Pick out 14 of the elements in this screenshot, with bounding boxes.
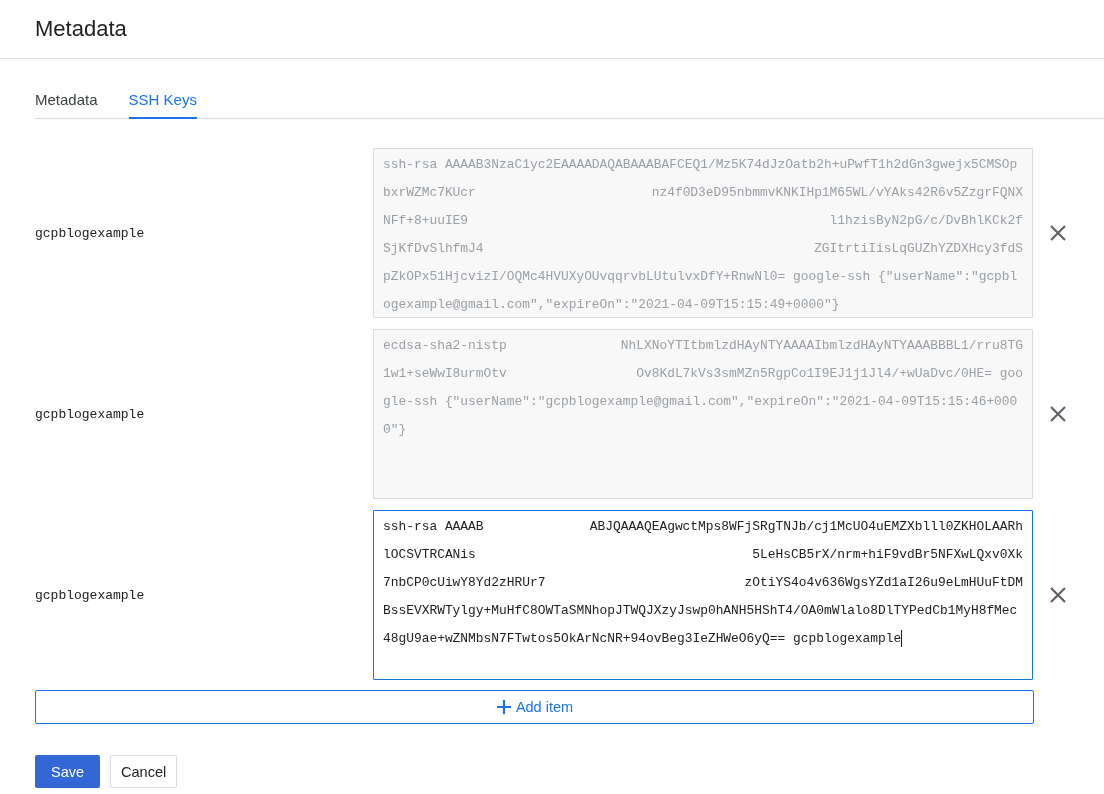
close-icon — [1049, 224, 1067, 242]
username-label: gcpblogexample — [35, 587, 146, 603]
close-icon — [1049, 586, 1067, 604]
cancel-button[interactable]: Cancel — [110, 755, 178, 788]
ssh-key-field[interactable]: ssh-rsa AAAAB ABJQAAAQEAgwctMps8WFjSRgTNJb/cj1McUO4uEMZXblll0ZKHOLAARh lOCSVTRCANis 5LeHsCB5rX/nrm+hiF9vdBr5NFXwLQxv0Xk 7nbCP0cUiwY8Yd2zHRUr7 zOtiYS4o4v636WgsYZd1aI26u9eLmHUuFtDM BssEVXRWTylgy+MuHfC8OWTaSMNhopJTWQJXzyJswp0hANH5HShT4/OA0mWlalo8DlTYPedCb1MyH8fMec 48gU9ae+wZNMbsN7FTwtos5OkArNcNR+94ovBeg3IeZHWeO6yQ== gcpblogexample — [373, 510, 1033, 680]
close-icon — [1049, 405, 1067, 423]
save-button[interactable]: Save — [35, 755, 101, 788]
plus-icon — [495, 699, 512, 715]
add-item-button[interactable]: Add item — [35, 690, 1034, 724]
username-label: gcpblogexample — [35, 406, 146, 422]
tab[interactable]: SSH Keys — [128, 81, 197, 119]
tab[interactable]: Metadata — [35, 81, 98, 119]
page-title: Metadata — [35, 16, 127, 42]
username-label: gcpblogexample — [35, 225, 146, 241]
